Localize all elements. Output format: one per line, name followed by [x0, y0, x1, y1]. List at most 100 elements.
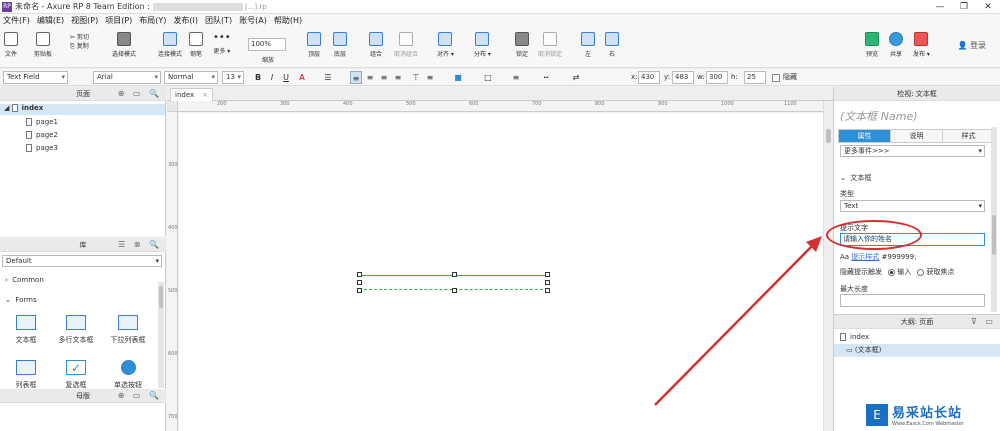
right-panel-button[interactable]: 右 — [605, 32, 619, 58]
minimize-button[interactable]: — — [928, 0, 952, 14]
design-canvas[interactable] — [179, 113, 823, 431]
menu-publish[interactable]: 发布(I) — [173, 15, 198, 26]
outline-item-page[interactable]: index — [834, 331, 1000, 344]
x-input[interactable]: 430 — [638, 71, 660, 84]
widget-droplist[interactable]: 下拉列表框 — [108, 315, 148, 345]
publish-button[interactable]: 发布 ▾ — [913, 32, 930, 58]
font-style-select[interactable]: Normal — [164, 71, 218, 84]
library-panel-actions[interactable]: ☰ ⊗ 🔍 — [118, 238, 162, 252]
menu-view[interactable]: 视图(P) — [71, 15, 98, 26]
connect-mode-button[interactable]: 连接模式 — [158, 32, 182, 58]
tab-notes[interactable]: 说明 — [891, 130, 943, 142]
maximize-button[interactable]: ❐ — [952, 0, 976, 14]
resize-handle-nw[interactable] — [357, 272, 362, 277]
pages-panel-actions[interactable]: ⊕ ▭ 🔍 — [118, 87, 162, 101]
h-input[interactable]: 25 — [744, 71, 766, 84]
hidden-checkbox[interactable] — [772, 74, 780, 82]
preview-button[interactable]: 预览 — [865, 32, 879, 58]
align-justify-button[interactable]: ≡ — [392, 71, 404, 84]
bullet-list-button[interactable]: ☰ — [322, 71, 334, 84]
menu-team[interactable]: 团队(T) — [205, 15, 232, 26]
canvas-scrollbar[interactable] — [823, 101, 833, 431]
resize-handle-e[interactable] — [545, 280, 550, 285]
resize-handle-n[interactable] — [452, 272, 457, 277]
masters-panel-actions[interactable]: ⊕ ▭ 🔍 — [118, 389, 162, 403]
library-scrollbar[interactable] — [158, 282, 164, 388]
unlock-button[interactable]: 取消锁定 — [538, 32, 562, 58]
tab-properties[interactable]: 属性 — [839, 130, 891, 142]
more-button[interactable]: ••• 更多 ▾ — [213, 32, 231, 55]
widget-list-box[interactable]: 列表框 — [6, 360, 46, 390]
select-mode-button[interactable]: 选择模式 — [112, 32, 136, 58]
border-width-button[interactable]: ≡ — [510, 71, 522, 84]
lock-button[interactable]: 锁定 — [515, 32, 529, 58]
page-item-index[interactable]: ◢ index — [0, 104, 165, 115]
menu-edit[interactable]: 编辑(E) — [37, 15, 64, 26]
left-panel-button[interactable]: 左 — [581, 32, 595, 58]
widget-text-area[interactable]: 多行文本框 — [56, 315, 96, 345]
italic-button[interactable]: I — [266, 71, 278, 84]
font-size-select[interactable]: 13 — [222, 71, 244, 84]
arrow-style-button[interactable]: ⇄ — [570, 71, 582, 84]
clipboard-button[interactable]: 剪贴板 — [34, 32, 52, 58]
w-input[interactable]: 300 — [706, 71, 728, 84]
y-input[interactable]: 483 — [672, 71, 694, 84]
pen-button[interactable]: 钢笔 — [189, 32, 203, 58]
tab-style[interactable]: 样式 — [943, 130, 995, 142]
section-forms[interactable]: ⌄ Forms — [5, 296, 37, 304]
valign-top-button[interactable]: ⊤ — [410, 71, 422, 84]
library-select[interactable]: Default — [2, 255, 162, 267]
underline-button[interactable]: U — [280, 71, 292, 84]
align-button[interactable]: 对齐 ▾ — [437, 32, 454, 58]
share-button[interactable]: 共享 — [889, 32, 903, 58]
align-left-button[interactable]: ≡ — [350, 71, 362, 84]
widget-radio-button[interactable]: 单选按钮 — [108, 360, 148, 390]
login-button[interactable]: 👤 登录 — [957, 40, 986, 51]
fill-color-button[interactable]: ■ — [452, 71, 464, 84]
distribute-button[interactable]: 分布 ▾ — [474, 32, 491, 58]
font-family-select[interactable]: Arial — [93, 71, 161, 84]
align-right-button[interactable]: ≡ — [378, 71, 390, 84]
hint-style-link[interactable]: 提示样式 — [851, 253, 879, 261]
tab-index[interactable]: index × — [170, 88, 214, 101]
page-item-page1[interactable]: page1 — [26, 118, 58, 126]
outline-actions[interactable]: ⊽ ▭ — [971, 315, 996, 329]
inspector-scrollbar[interactable] — [991, 127, 997, 312]
more-events-select[interactable]: 更多事件>>> — [840, 145, 985, 157]
bold-button[interactable]: B — [252, 71, 264, 84]
zoom-select[interactable]: 100% — [248, 38, 286, 51]
menu-help[interactable]: 帮助(H) — [274, 15, 302, 26]
menu-file[interactable]: 文件(F) — [3, 15, 30, 26]
copy-button[interactable]: ⎘ 复制 — [70, 42, 89, 51]
bring-to-front-button[interactable]: 顶层 — [307, 32, 321, 58]
outline-item-textfield[interactable]: ▭ (文本框) — [834, 344, 1000, 357]
type-select[interactable]: Text — [840, 200, 985, 212]
border-color-button[interactable]: □ — [482, 71, 494, 84]
resize-handle-s[interactable] — [452, 288, 457, 293]
menu-arrange[interactable]: 布局(Y) — [139, 15, 166, 26]
radio-input[interactable] — [888, 268, 896, 276]
widget-name-field[interactable]: (文本框 Name) — [840, 108, 918, 124]
page-item-page3[interactable]: page3 — [26, 144, 58, 152]
group-button[interactable]: 组合 — [369, 32, 383, 58]
close-tab-icon[interactable]: × — [202, 91, 208, 99]
border-style-button[interactable]: ┅ — [540, 71, 552, 84]
section-common[interactable]: › Common — [5, 276, 44, 284]
textfield-section-header[interactable]: ⌄ 文本框 — [840, 173, 871, 183]
close-button[interactable]: ✕ — [976, 0, 1000, 14]
resize-handle-se[interactable] — [545, 288, 550, 293]
menu-account[interactable]: 账号(A) — [239, 15, 267, 26]
radio-focus[interactable] — [917, 268, 925, 276]
menu-project[interactable]: 项目(P) — [105, 15, 132, 26]
resize-handle-sw[interactable] — [357, 288, 362, 293]
page-item-page2[interactable]: page2 — [26, 131, 58, 139]
send-to-back-button[interactable]: 底层 — [333, 32, 347, 58]
valign-middle-button[interactable]: ≡ — [424, 71, 436, 84]
align-center-button[interactable]: ≡ — [364, 71, 376, 84]
ungroup-button[interactable]: 取消组合 — [394, 32, 418, 58]
resize-handle-w[interactable] — [357, 280, 362, 285]
cut-button[interactable]: ✂ 剪切 — [70, 33, 89, 42]
widget-type-select[interactable]: Text Field — [3, 71, 68, 84]
max-length-input[interactable] — [840, 294, 985, 307]
file-button[interactable]: 文件 — [4, 32, 18, 58]
